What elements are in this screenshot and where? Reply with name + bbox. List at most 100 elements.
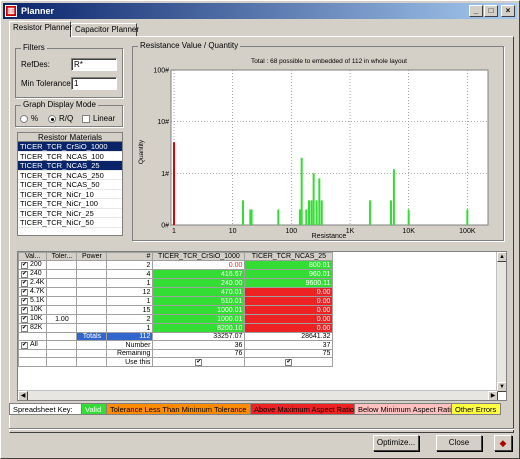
row-tolerance[interactable] <box>46 323 78 333</box>
row-checkbox[interactable]: ✔ <box>21 280 28 287</box>
radio-rq[interactable] <box>48 115 56 123</box>
scroll-up-icon[interactable]: ▲ <box>497 252 506 262</box>
row-value-cell[interactable]: ✔ 240 <box>18 269 48 279</box>
row-material-1[interactable]: 240.00 <box>152 278 246 288</box>
row-material-2[interactable]: 0.00 <box>244 305 334 315</box>
col-header-tolerance[interactable]: Toler... <box>46 252 78 261</box>
row-power[interactable] <box>76 260 108 270</box>
row-material-1[interactable]: 1000.01 <box>152 305 246 315</box>
material-item[interactable]: TICER_TCR_NiCr_25 <box>18 209 122 218</box>
row-material-2[interactable]: 0.00 <box>244 296 334 306</box>
tab-resistor-planner[interactable]: Resistor Planner <box>9 21 72 37</box>
close-button[interactable]: Close <box>436 435 482 451</box>
radio-percent[interactable] <box>20 115 28 123</box>
row-power[interactable] <box>76 287 108 297</box>
table-row[interactable]: ✔ 200 2 0.00 800.01 <box>18 260 334 270</box>
row-tolerance[interactable] <box>46 260 78 270</box>
table-row[interactable]: ✔ 5.1K 1 510.01 0.00 <box>18 296 334 306</box>
material-item[interactable]: TICER_TCR_NiCr_10 <box>18 190 122 199</box>
material-item[interactable]: TICER_TCR_NCAS_25 <box>18 161 122 171</box>
refdes-input[interactable]: R* <box>71 58 117 71</box>
spreadsheet[interactable]: Val... Toler... Power # TICER_TCR_CrSiO_… <box>17 251 507 401</box>
use-this-checkbox[interactable]: ✔ <box>195 359 203 366</box>
material-item[interactable]: TICER_TCR_CrSiO_1000 <box>18 142 122 152</box>
row-power[interactable] <box>76 305 108 315</box>
minimize-button[interactable]: _ <box>469 5 483 17</box>
maximize-button[interactable]: □ <box>484 5 498 17</box>
row-value-cell[interactable]: ✔ 4.7K <box>18 287 48 297</box>
x-tick-label: 1K <box>346 228 355 235</box>
row-value-cell[interactable]: ✔ 10K <box>18 314 48 324</box>
row-checkbox[interactable]: ✔ <box>21 316 28 323</box>
row-tolerance[interactable] <box>46 269 78 279</box>
row-tolerance[interactable] <box>46 305 78 315</box>
row-tolerance[interactable] <box>46 296 78 306</box>
vertical-scrollbar[interactable]: ▲ ▼ <box>496 252 506 392</box>
row-material-1[interactable]: 470.01 <box>152 287 246 297</box>
row-checkbox[interactable]: ✔ <box>21 271 28 278</box>
row-value-cell[interactable]: ✔ 2.4K <box>18 278 48 288</box>
min-tolerance-input[interactable]: 1 <box>71 77 117 90</box>
row-value-cell[interactable]: ✔ 200 <box>18 260 48 270</box>
row-material-2[interactable]: 800.01 <box>244 260 334 270</box>
row-value-cell[interactable]: ✔ 10K <box>18 305 48 315</box>
row-value-cell[interactable]: ✔ 5.1K <box>18 296 48 306</box>
row-power[interactable] <box>76 278 108 288</box>
use-this-checkbox[interactable]: ✔ <box>285 359 293 366</box>
row-material-2[interactable]: 0.00 <box>244 287 334 297</box>
materials-list[interactable]: Resistor Materials TICER_TCR_CrSiO_1000 … <box>17 132 123 236</box>
row-power[interactable] <box>76 269 108 279</box>
material-item[interactable]: TICER_TCR_NCAS_100 <box>18 152 122 161</box>
col-header-count[interactable]: # <box>106 252 154 261</box>
row-checkbox[interactable]: ✔ <box>21 307 28 314</box>
col-header-material-2[interactable]: TICER_TCR_NCAS_25 <box>244 252 334 261</box>
row-power[interactable] <box>76 323 108 333</box>
col-header-power[interactable]: Power <box>76 252 108 261</box>
table-row[interactable]: ✔ 10K 1.00 2 1000.01 0.00 <box>18 314 334 324</box>
row-material-2[interactable]: 9600.11 <box>244 278 334 288</box>
scroll-right-icon[interactable]: ▶ <box>488 391 498 400</box>
row-material-1[interactable]: 416.67 <box>152 269 246 279</box>
table-row[interactable]: ✔ 10K 15 1000.01 0.00 <box>18 305 334 315</box>
row-value-cell[interactable]: ✔ 82K <box>18 323 48 333</box>
row-checkbox[interactable]: ✔ <box>21 262 28 269</box>
material-item[interactable]: TICER_TCR_NCAS_50 <box>18 180 122 190</box>
material-item[interactable]: TICER_TCR_NCAS_250 <box>18 171 122 180</box>
material-item[interactable]: TICER_TCR_NiCr_50 <box>18 218 122 228</box>
use-this-cell[interactable]: ✔ <box>152 357 246 367</box>
row-tolerance[interactable] <box>46 287 78 297</box>
row-tolerance[interactable] <box>46 278 78 288</box>
use-this-cell[interactable]: ✔ <box>244 357 334 367</box>
horizontal-scrollbar[interactable]: ◀ ▶ <box>18 390 498 400</box>
all-cell[interactable]: ✔ All <box>18 340 48 350</box>
table-row[interactable]: ✔ 240 4 416.67 960.01 <box>18 269 334 279</box>
close-window-button[interactable]: × <box>501 5 515 17</box>
table-row[interactable]: ✔ 82K 1 8200.10 0.00 <box>18 323 334 333</box>
col-header-value[interactable]: Val... <box>18 252 48 261</box>
row-material-2[interactable]: 0.00 <box>244 314 334 324</box>
all-checkbox[interactable]: ✔ <box>21 342 28 349</box>
scroll-down-icon[interactable]: ▼ <box>497 382 506 392</box>
help-icon[interactable]: ◆ <box>494 435 512 451</box>
row-tolerance[interactable]: 1.00 <box>46 314 78 324</box>
row-power[interactable] <box>76 314 108 324</box>
table-row[interactable]: ✔ 2.4K 1 240.00 9600.11 <box>18 278 334 288</box>
col-header-material-1[interactable]: TICER_TCR_CrSiO_1000 <box>152 252 246 261</box>
row-power[interactable] <box>76 296 108 306</box>
row-material-1[interactable]: 0.00 <box>152 260 246 270</box>
linear-checkbox[interactable] <box>82 115 90 123</box>
row-material-2[interactable]: 960.01 <box>244 269 334 279</box>
row-material-1[interactable]: 8200.10 <box>152 323 246 333</box>
scroll-left-icon[interactable]: ◀ <box>18 391 28 400</box>
material-item[interactable]: TICER_TCR_NiCr_100 <box>18 199 122 209</box>
optimize-button[interactable]: Optimize... <box>373 435 419 451</box>
tab-capacitor-planner[interactable]: Capacitor Planner <box>71 23 139 37</box>
row-checkbox[interactable]: ✔ <box>21 325 28 332</box>
row-checkbox[interactable]: ✔ <box>21 298 28 305</box>
table-row[interactable]: ✔ 4.7K 12 470.01 0.00 <box>18 287 334 297</box>
row-checkbox[interactable]: ✔ <box>21 289 28 296</box>
title-bar[interactable]: ▥ Planner _ □ × <box>3 3 517 19</box>
row-material-2[interactable]: 0.00 <box>244 323 334 333</box>
row-material-1[interactable]: 1000.01 <box>152 314 246 324</box>
row-material-1[interactable]: 510.01 <box>152 296 246 306</box>
